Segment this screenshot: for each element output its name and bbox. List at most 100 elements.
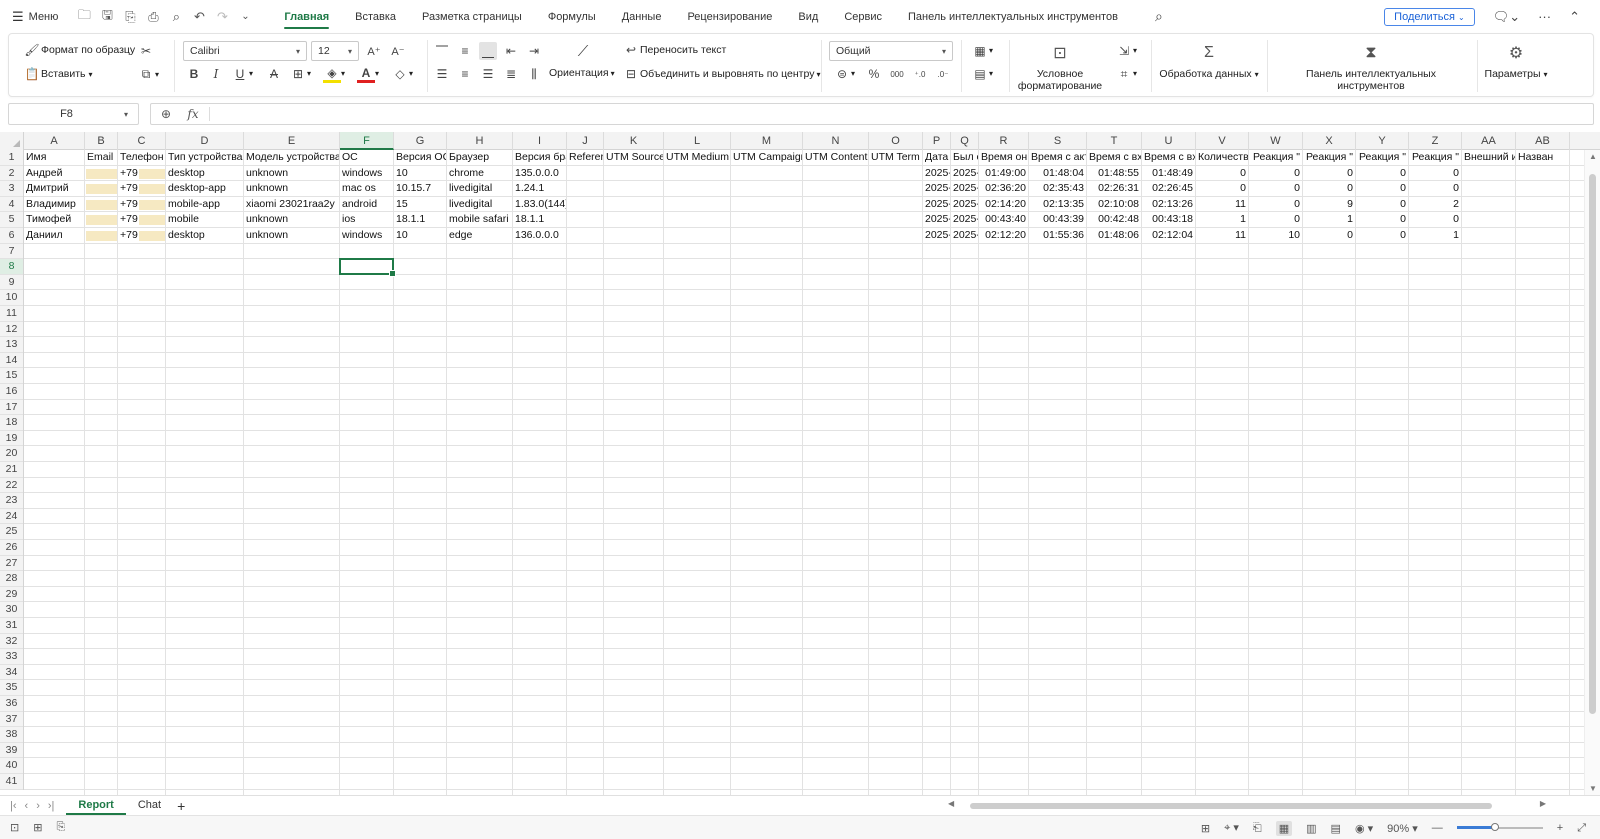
undo-icon[interactable]: ↶ (189, 7, 209, 27)
row-header-38[interactable]: 38 (0, 727, 23, 743)
cell-q4[interactable]: 2025- (951, 197, 978, 212)
fill-chevron-icon[interactable]: ▾ (1133, 46, 1137, 55)
sheet-tab-report[interactable]: Report (66, 796, 126, 815)
cell-p3[interactable]: 2025- (923, 181, 950, 196)
cell-s3[interactable]: 02:35:43 (1029, 181, 1086, 196)
increase-font-icon[interactable]: A⁺ (365, 42, 383, 60)
cell-g2[interactable]: 10 (394, 166, 446, 181)
cell-ab6[interactable] (1516, 228, 1569, 243)
cell-styles-chevron-icon[interactable]: ▾ (989, 46, 993, 55)
cell-v2[interactable]: 0 (1196, 166, 1248, 181)
cell-i4[interactable]: 1.83.0(144) (513, 197, 566, 212)
cell-a5[interactable]: Тимофей (24, 212, 84, 227)
column-header-y[interactable]: Y (1356, 132, 1409, 150)
cell-l2[interactable] (664, 166, 730, 181)
cell-e5[interactable]: unknown (244, 212, 339, 227)
cell-y5[interactable]: 0 (1356, 212, 1408, 227)
row-header-21[interactable]: 21 (0, 462, 23, 478)
column-header-g[interactable]: G (394, 132, 447, 150)
align-middle-icon[interactable]: ≡ (456, 42, 474, 60)
cell-i6[interactable]: 136.0.0.0 (513, 228, 566, 243)
cell-w2[interactable]: 0 (1249, 166, 1302, 181)
zoom-slider-knob[interactable] (1491, 823, 1500, 831)
fullscreen-icon[interactable]: ⤢ (1577, 822, 1586, 835)
decrease-font-icon[interactable]: A⁻ (389, 42, 407, 60)
scroll-down-icon[interactable]: ▼ (1585, 784, 1600, 793)
sheet-tab-chat[interactable]: Chat (126, 796, 173, 815)
cell-a2[interactable]: Андрей (24, 166, 84, 181)
tab-view[interactable]: Вид (785, 0, 831, 33)
row-header-11[interactable]: 11 (0, 306, 23, 322)
cell-i3[interactable]: 1.24.1 (513, 181, 566, 196)
cell-m6[interactable] (731, 228, 802, 243)
increase-decimal-icon[interactable]: ⁺.0 (911, 65, 929, 83)
cell-f3[interactable]: mac os (340, 181, 393, 196)
cell-u5[interactable]: 00:43:18 (1142, 212, 1195, 227)
column-header-r[interactable]: R (979, 132, 1029, 150)
fill-color-icon[interactable]: ◈ (323, 65, 341, 83)
cell-j5[interactable] (567, 212, 603, 227)
zoom-icon[interactable]: ⊕ (151, 107, 181, 121)
cell-a3[interactable]: Дмитрий (24, 181, 84, 196)
focus-mode-icon[interactable]: ⌖ ▾ (1224, 821, 1239, 835)
cell-p1[interactable]: Дата (923, 150, 950, 165)
vertical-scrollbar[interactable]: ▲ ▼ (1584, 150, 1600, 795)
justify-icon[interactable]: ≣ (502, 65, 520, 83)
cell-j4[interactable] (567, 197, 603, 212)
row-header-7[interactable]: 7 (0, 244, 23, 260)
cell-d2[interactable]: desktop (166, 166, 243, 181)
cell-y1[interactable]: Реакция " (1356, 150, 1408, 165)
row-header-34[interactable]: 34 (0, 665, 23, 681)
column-header-u[interactable]: U (1142, 132, 1196, 150)
row-header-35[interactable]: 35 (0, 680, 23, 696)
row-header-22[interactable]: 22 (0, 478, 23, 494)
row-header-12[interactable]: 12 (0, 322, 23, 338)
row-header-10[interactable]: 10 (0, 290, 23, 306)
cell-k2[interactable] (604, 166, 663, 181)
macro-icon[interactable]: ⊡ (10, 821, 19, 834)
cell-j6[interactable] (567, 228, 603, 243)
cell-m5[interactable] (731, 212, 802, 227)
cell-y2[interactable]: 0 (1356, 166, 1408, 181)
prev-sheet-icon[interactable]: ‹ (25, 800, 29, 812)
cell-n4[interactable] (803, 197, 868, 212)
cell-z2[interactable]: 0 (1409, 166, 1461, 181)
cell-m2[interactable] (731, 166, 802, 181)
cell-g6[interactable]: 10 (394, 228, 446, 243)
formula-input[interactable] (214, 105, 1593, 123)
cell-j2[interactable] (567, 166, 603, 181)
fill-color-chevron-icon[interactable]: ▾ (341, 69, 345, 78)
cell-s4[interactable]: 02:13:35 (1029, 197, 1086, 212)
row-header-36[interactable]: 36 (0, 696, 23, 712)
clear-chevron-icon[interactable]: ▾ (409, 69, 413, 78)
cell-aa4[interactable] (1462, 197, 1515, 212)
row-header-19[interactable]: 19 (0, 431, 23, 447)
cell-c3[interactable]: +79 (118, 181, 165, 196)
row-header-9[interactable]: 9 (0, 275, 23, 291)
cell-r2[interactable]: 01:49:00 (979, 166, 1028, 181)
column-header-n[interactable]: N (803, 132, 869, 150)
cell-styles-icon[interactable]: ▦ (971, 42, 989, 60)
row-header-24[interactable]: 24 (0, 509, 23, 525)
cell-ab5[interactable] (1516, 212, 1569, 227)
zoom-level[interactable]: 90% ▾ (1387, 822, 1418, 835)
horizontal-scrollbar[interactable]: ◀ ▶ (948, 799, 1560, 811)
cell-a4[interactable]: Владимир (24, 197, 84, 212)
column-header-s[interactable]: S (1029, 132, 1087, 150)
zoom-out-icon[interactable]: — (1432, 822, 1443, 834)
customize-chevron-icon[interactable]: ⌄ (235, 7, 255, 27)
borders-chevron-icon[interactable]: ▾ (307, 69, 311, 78)
cell-i2[interactable]: 135.0.0.0 (513, 166, 566, 181)
tab-review[interactable]: Рецензирование (674, 0, 785, 33)
cell-b2[interactable] (85, 166, 117, 181)
cell-r6[interactable]: 02:12:20 (979, 228, 1028, 243)
cell-aa3[interactable] (1462, 181, 1515, 196)
row-header-26[interactable]: 26 (0, 540, 23, 556)
next-sheet-icon[interactable]: › (36, 800, 40, 812)
cell-w3[interactable]: 0 (1249, 181, 1302, 196)
cell-p2[interactable]: 2025- (923, 166, 950, 181)
column-header-p[interactable]: P (923, 132, 951, 150)
cell-j1[interactable]: Referer (567, 150, 603, 165)
row-header-15[interactable]: 15 (0, 368, 23, 384)
cell-s2[interactable]: 01:48:04 (1029, 166, 1086, 181)
